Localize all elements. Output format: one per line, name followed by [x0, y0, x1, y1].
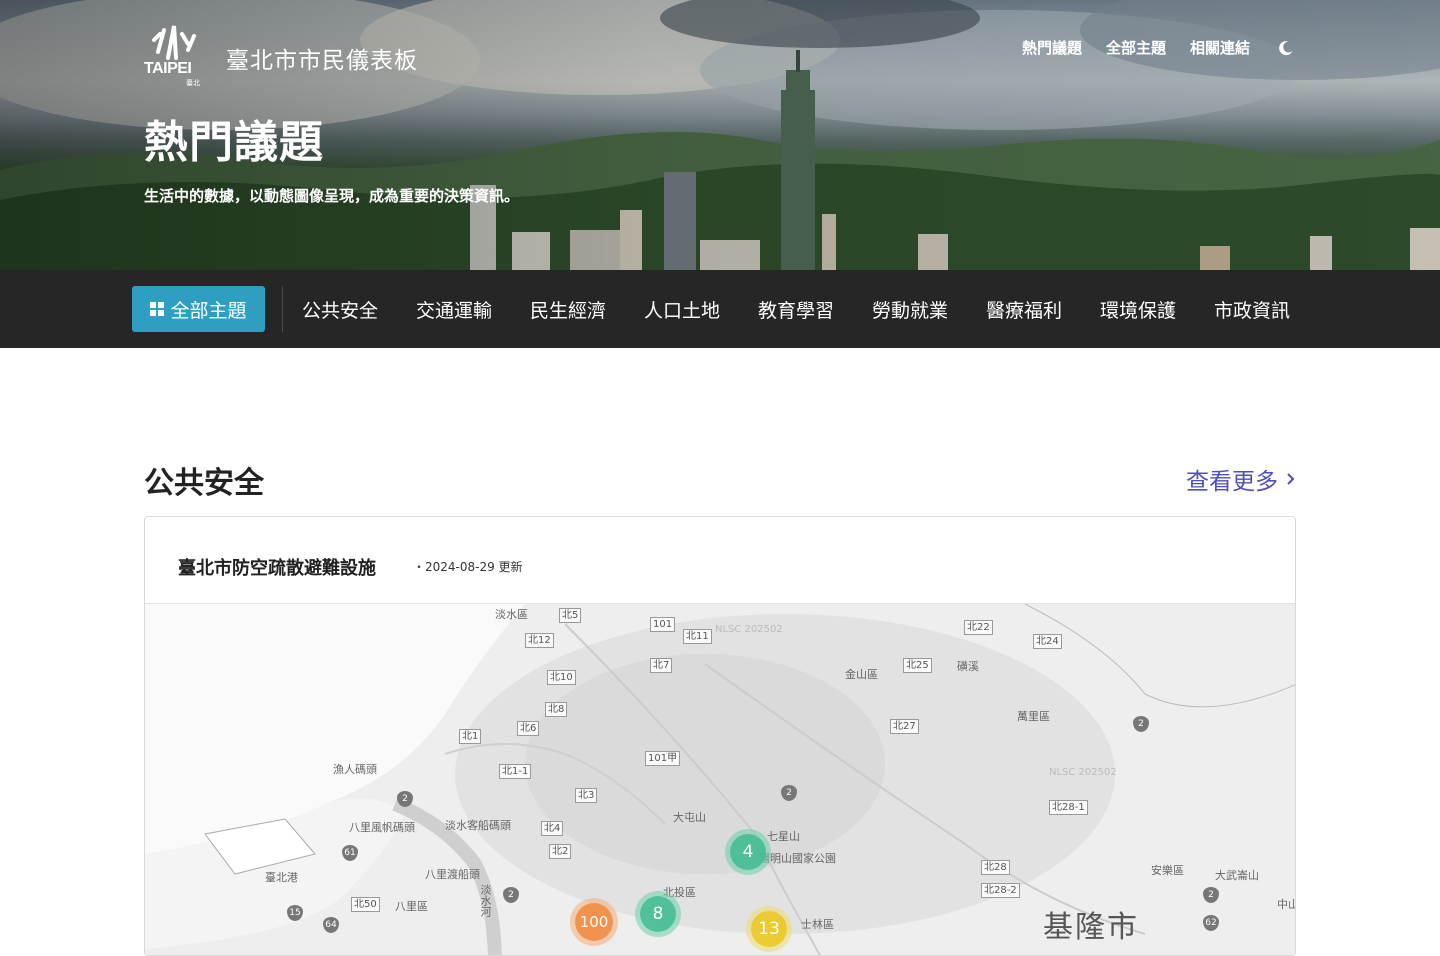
map-watermark: NLSC 202502 — [1049, 767, 1117, 778]
map-label: 士林區 — [801, 918, 834, 931]
road-sign: 北28-1 — [1049, 800, 1088, 815]
logo-subtext: 臺北 — [186, 79, 200, 87]
road-sign: 北28-2 — [981, 883, 1020, 898]
road-sign: 北4 — [541, 821, 564, 836]
map-cluster-marker[interactable]: 4 — [730, 834, 766, 870]
hero-banner: TAIPEI 臺北 臺北市市民儀表板 熱門議題 全部主題 相關連結 熱門議題 生… — [0, 0, 1440, 270]
card-updated: ・2024-08-29 更新 — [413, 560, 523, 574]
map-label: 七星山 — [767, 830, 800, 843]
road-sign: 北1 — [459, 729, 482, 744]
category-all-label: 全部主題 — [170, 299, 247, 322]
category-labor[interactable]: 勞動就業 — [872, 296, 952, 323]
nav-hot-topics[interactable]: 熱門議題 — [1022, 37, 1082, 58]
map-label: 淡水客船碼頭 — [445, 819, 511, 832]
map-watermark: NLSC 202502 — [715, 624, 783, 635]
card-header: 臺北市防空疏散避難設施 ・2024-08-29 更新 — [145, 517, 1295, 604]
map-city-label: 基隆市 — [1043, 910, 1139, 945]
category-transport[interactable]: 交通運輸 — [416, 296, 496, 323]
card-title[interactable]: 臺北市防空疏散避難設施 — [178, 554, 376, 580]
category-population-land[interactable]: 人口土地 — [644, 296, 724, 323]
road-sign: 北50 — [351, 897, 380, 912]
map-cluster-marker[interactable]: 13 — [751, 911, 787, 947]
road-sign: 101甲 — [645, 751, 681, 766]
map-cluster-marker[interactable]: 8 — [640, 896, 676, 932]
road-sign: 101 — [650, 617, 676, 632]
site-title[interactable]: 臺北市市民儀表板 — [226, 41, 418, 75]
hero-title: 熱門議題 — [144, 117, 324, 168]
taipei-logo-mark-icon — [152, 25, 196, 60]
road-sign: 北12 — [525, 633, 554, 648]
category-bar: 全部主題 公共安全 交通運輸 民生經濟 人口土地 教育學習 勞動就業 醫療福利 … — [0, 270, 1440, 348]
category-list: 公共安全 交通運輸 民生經濟 人口土地 教育學習 勞動就業 醫療福利 環境保護 … — [302, 296, 1294, 323]
map-label: 安樂區 — [1151, 864, 1184, 877]
map-label: 大武崙山 — [1215, 869, 1259, 882]
category-welfare[interactable]: 醫療福利 — [986, 296, 1066, 323]
road-sign: 北7 — [650, 658, 673, 673]
map-label: 北投區 — [663, 886, 696, 899]
top-nav: 熱門議題 全部主題 相關連結 — [1022, 37, 1294, 58]
road-sign: 北25 — [903, 658, 932, 673]
category-education[interactable]: 教育學習 — [758, 296, 838, 323]
map-label: 八里風帆碼頭 — [349, 821, 415, 834]
road-sign: 北1-1 — [499, 764, 532, 779]
category-all-button[interactable]: 全部主題 — [132, 286, 265, 332]
nav-all-topics[interactable]: 全部主題 — [1106, 37, 1166, 58]
road-sign: 北6 — [517, 721, 540, 736]
road-sign: 北8 — [545, 702, 568, 717]
category-environment[interactable]: 環境保護 — [1100, 296, 1180, 323]
road-sign: 北27 — [890, 719, 919, 734]
map-label: 金山區 — [845, 668, 878, 681]
chevron-right-icon — [1287, 473, 1295, 485]
map-label: 中山 — [1277, 898, 1295, 911]
map-label: 漁人碼頭 — [333, 763, 377, 776]
map-label: 八里渡船頭 — [425, 868, 480, 881]
map-label: 臺北港 — [265, 871, 298, 884]
map-label: 大屯山 — [673, 811, 706, 824]
road-sign: 北3 — [575, 788, 598, 803]
road-sign: 北11 — [683, 629, 712, 644]
moon-icon[interactable] — [1278, 40, 1294, 56]
road-sign: 北24 — [1033, 634, 1062, 649]
section-title: 公共安全 — [144, 466, 264, 501]
map-label: 淡水河 — [479, 884, 492, 917]
view-more-label: 查看更多 — [1186, 469, 1278, 495]
road-sign: 北22 — [964, 620, 993, 635]
nav-related-links[interactable]: 相關連結 — [1190, 37, 1250, 58]
category-economy[interactable]: 民生經濟 — [530, 296, 610, 323]
road-sign: 北10 — [547, 670, 576, 685]
map-label: 淡水區 — [495, 608, 528, 621]
taipei-logo[interactable]: TAIPEI 臺北 — [144, 22, 202, 88]
map-label: 萬里區 — [1017, 710, 1050, 723]
map-label: 陽明山國家公園 — [759, 852, 836, 865]
hero-subtitle: 生活中的數據，以動態圖像呈現，成為重要的決策資訊。 — [144, 187, 520, 205]
road-sign: 北5 — [559, 608, 582, 623]
dashboard-card: 臺北市防空疏散避難設施 ・2024-08-29 更新 淡水區 金山區 磺溪 萬里… — [144, 516, 1296, 956]
category-public-safety[interactable]: 公共安全 — [302, 296, 382, 323]
category-municipal[interactable]: 市政資訊 — [1214, 296, 1294, 323]
category-divider — [282, 286, 283, 332]
map-view[interactable]: 淡水區 金山區 磺溪 萬里區 漁人碼頭 八里風帆碼頭 淡水客船碼頭 八里渡船頭 … — [145, 604, 1295, 955]
grid-icon — [150, 302, 165, 316]
map-cluster-marker[interactable]: 100 — [575, 903, 613, 941]
map-label: 八里區 — [395, 900, 428, 913]
logo-wordmark: TAIPEI — [144, 60, 192, 77]
road-sign: 北2 — [549, 844, 572, 859]
road-sign: 北28 — [981, 860, 1010, 875]
view-more-link[interactable]: 查看更多 — [1186, 462, 1296, 496]
map-label: 磺溪 — [957, 660, 979, 673]
